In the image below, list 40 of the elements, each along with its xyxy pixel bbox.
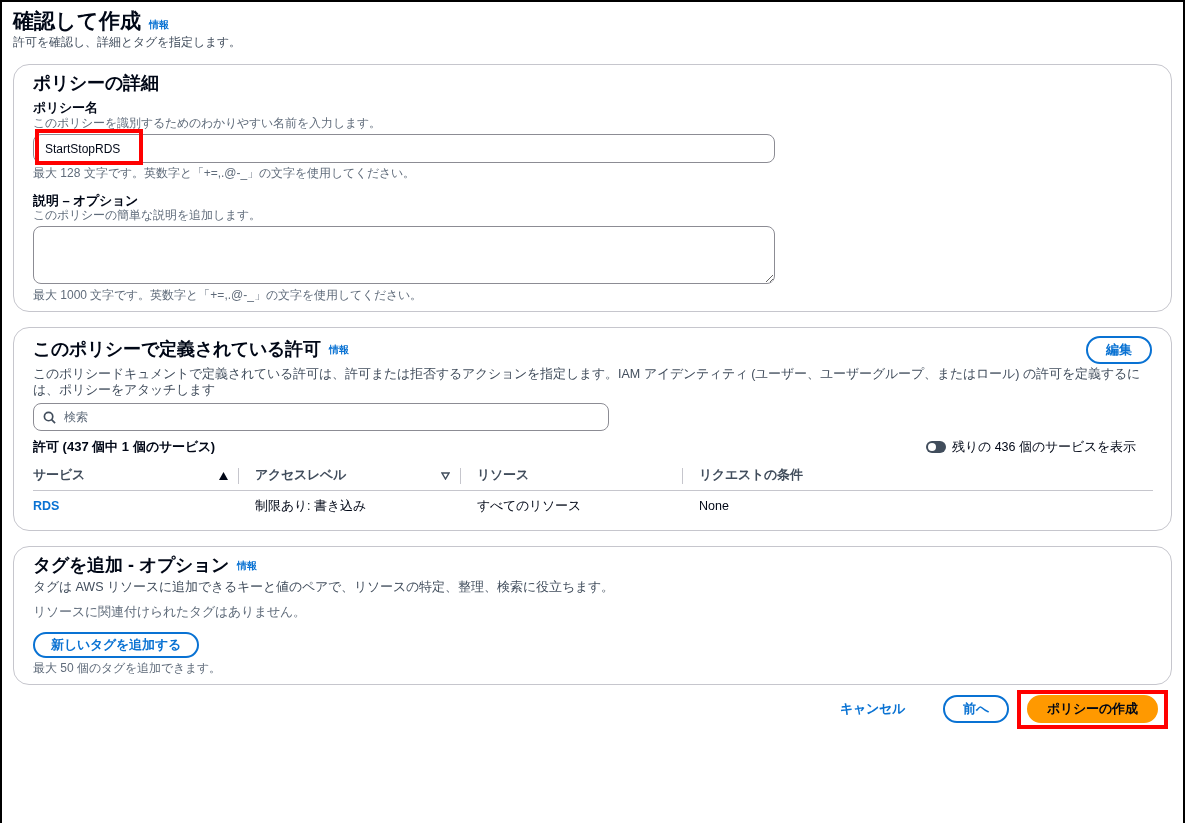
toggle-switch[interactable] — [926, 441, 947, 454]
field-constraint: 最大 1000 文字です。英数字と「+=,.@-_」の文字を使用してください。 — [33, 287, 423, 302]
field-hint: このポリシーを識別するためのわかりやすい名前を入力します。 — [33, 115, 382, 131]
table-cell: すべてのリソース — [477, 498, 581, 514]
section-description: タグは AWS リソースに追加できるキーと値のペアで、リソースの特定、整理、検索に役立ちます。 — [33, 578, 615, 595]
info-link[interactable]: 情報 — [237, 559, 257, 572]
permissions-count: 許可 (437 個中 1 個のサービス) — [33, 439, 216, 455]
create-policy-button[interactable]: ポリシーの作成 — [1027, 695, 1158, 724]
edit-button[interactable]: 編集 — [1086, 335, 1152, 364]
sort-ascending-icon[interactable] — [219, 471, 228, 480]
sort-icon[interactable] — [441, 471, 450, 480]
page-description: 許可を確認し、詳細とタグを指定します。 — [13, 35, 242, 50]
tag-limit-text: 最大 50 個のタグを追加できます。 — [33, 660, 222, 676]
field-constraint: 最大 128 文字です。英数字と「+=,.@-_」の文字を使用してください。 — [33, 166, 417, 181]
cancel-link[interactable]: キャンセル — [820, 695, 925, 724]
toggle-label: 残りの 436 個のサービスを表示 — [952, 439, 1136, 455]
field-label: ポリシー名 — [33, 100, 99, 116]
column-header[interactable]: アクセスレベル — [255, 468, 346, 483]
info-link[interactable]: 情報 — [329, 343, 349, 356]
table-cell: None — [699, 498, 729, 514]
add-tag-button[interactable]: 新しいタグを追加する — [33, 631, 199, 658]
service-link[interactable]: RDS — [33, 498, 60, 514]
column-header[interactable]: リクエストの条件 — [699, 468, 803, 483]
section-heading: このポリシーで定義されている許可 — [33, 339, 321, 361]
info-link[interactable]: 情報 — [149, 19, 169, 31]
section-description: このポリシードキュメントで定義されている許可は、許可または拒否するアクションを指定します。IAM アイデンティティ (ユーザー、ユーザーグループ、またはロール) の許可を定義するには、ポリシーをアタッチします — [33, 365, 1141, 399]
policy-name-field[interactable]: StartStopRDS — [33, 134, 775, 164]
section-heading: タグを追加 - オプション — [33, 555, 229, 577]
empty-tags-text: リソースに関連付けられたタグはありません。 — [33, 604, 307, 620]
column-header[interactable]: リソース — [477, 468, 529, 483]
column-header[interactable]: サービス — [33, 468, 85, 483]
field-hint: このポリシーの簡単な説明を追加します。 — [33, 208, 262, 223]
description-field[interactable] — [33, 225, 775, 284]
page-title: 確認して作成 — [13, 8, 141, 34]
table-cell: 制限あり: 書き込み — [255, 498, 366, 514]
section-heading: ポリシーの詳細 — [33, 72, 160, 95]
search-icon — [43, 411, 56, 425]
previous-button[interactable]: 前へ — [943, 695, 1009, 724]
search-field[interactable]: 検索 — [33, 403, 609, 432]
field-label: 説明 – オプション — [33, 192, 140, 209]
